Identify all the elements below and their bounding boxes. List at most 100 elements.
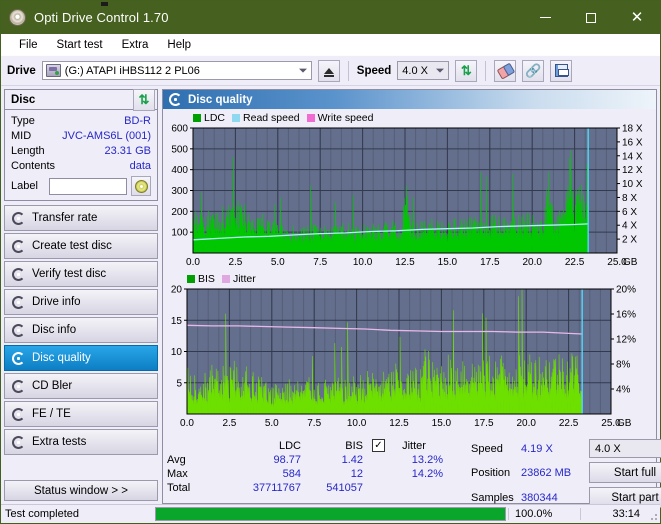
disc-icon xyxy=(12,323,25,337)
sidebar-item-label: Transfer rate xyxy=(32,212,98,224)
legend-item-ldc: LDC xyxy=(193,112,225,124)
legend-swatch xyxy=(193,113,201,122)
disc-quality-panel: Disc quality LDC Read speed Write speed … xyxy=(101,2,661,508)
disc-label-row: Label xyxy=(11,176,151,196)
sidebar-item-label: Verify test disc xyxy=(32,268,107,280)
svg-text:8 X: 8 X xyxy=(622,193,637,204)
menu-start-test[interactable]: Start test xyxy=(49,37,111,53)
jitter-checkbox[interactable]: ✓ xyxy=(372,439,385,452)
legend-label: Read speed xyxy=(243,111,300,124)
maximize-button[interactable] xyxy=(568,1,614,34)
sidebar-item-cd-bler[interactable]: CD Bler xyxy=(4,373,158,399)
stats-row-label-avg: Avg xyxy=(167,454,186,466)
minimize-button[interactable] xyxy=(522,1,568,34)
svg-text:15.0: 15.0 xyxy=(438,257,458,268)
test-speed-select[interactable]: 4.0 X xyxy=(589,439,661,458)
disc-length-value: 23.31 GB xyxy=(104,144,151,157)
disc-contents-value: data xyxy=(129,159,151,172)
menu-help[interactable]: Help xyxy=(159,37,199,53)
ldc-read-speed-chart: 100 200 300 400 500 600 2 X 4 X 6 X 8 X 10 X 12 X 14… xyxy=(165,124,654,272)
disc-refresh-button[interactable]: ⇅ xyxy=(133,88,155,111)
sidebar-item-extra-tests[interactable]: Extra tests xyxy=(4,429,158,455)
svg-text:0.0: 0.0 xyxy=(186,257,200,268)
chart2-svg: 5 10 15 20 4% 8% 12% 16% 20% 0.0 2.5 5.0 7.5 10.0 12.5… xyxy=(171,285,636,430)
link-button[interactable]: 🔗 xyxy=(522,59,545,82)
window-controls: ✕ xyxy=(522,1,660,34)
svg-text:GB: GB xyxy=(617,418,632,429)
start-full-button[interactable]: Start full xyxy=(589,462,661,483)
stats-avg-ldc: 98.77 xyxy=(273,454,301,466)
clear-button[interactable] xyxy=(494,59,517,82)
sidebar-item-disc-info[interactable]: Disc info xyxy=(4,317,158,343)
speed-label: Speed xyxy=(356,64,392,77)
sidebar-item-fe-te[interactable]: FE / TE xyxy=(4,401,158,427)
legend-label: Write speed xyxy=(317,111,374,124)
disc-detail-button[interactable] xyxy=(131,176,151,196)
toolbar-divider xyxy=(347,60,349,81)
cursor-marker xyxy=(101,2,108,6)
disc-icon xyxy=(9,9,26,26)
bis-jitter-chart: 5 10 15 20 4% 8% 12% 16% 20% 0.0 2.5 5.0 7.5 10.0 12.5… xyxy=(165,285,654,433)
page-title: Disc quality xyxy=(188,93,253,106)
eject-icon xyxy=(323,67,334,77)
svg-text:16%: 16% xyxy=(616,310,636,321)
close-button[interactable]: ✕ xyxy=(614,1,660,34)
refresh-icon: ⇅ xyxy=(138,92,150,107)
chart1-svg: 100 200 300 400 500 600 2 X 4 X 6 X 8 X 10 X 12 X 14… xyxy=(171,124,643,269)
legend-swatch xyxy=(306,113,315,122)
save-button[interactable] xyxy=(550,59,573,82)
svg-text:12 X: 12 X xyxy=(622,165,643,176)
resize-grip[interactable] xyxy=(646,505,660,523)
svg-text:12.5: 12.5 xyxy=(395,257,415,268)
chevron-down-icon xyxy=(298,68,307,73)
drive-select[interactable]: (G:) ATAPI iHBS112 2 PL06 xyxy=(41,61,312,80)
sidebar-item-verify-test-disc[interactable]: Verify test disc xyxy=(4,261,158,287)
sidebar-item-label: Disc info xyxy=(32,324,77,336)
svg-text:12%: 12% xyxy=(616,335,636,346)
sidebar-item-label: Drive info xyxy=(32,296,81,308)
sidebar-item-disc-quality[interactable]: Disc quality xyxy=(4,345,158,371)
svg-text:10: 10 xyxy=(171,347,183,358)
svg-text:20: 20 xyxy=(171,285,183,296)
svg-text:15.0: 15.0 xyxy=(432,418,452,429)
svg-text:10 X: 10 X xyxy=(622,179,643,190)
disc-mid-label: MID xyxy=(11,129,32,142)
sidebar-item-transfer-rate[interactable]: Transfer rate xyxy=(4,205,158,231)
svg-text:17.5: 17.5 xyxy=(480,257,500,268)
disc-info-row-mid: MID JVC-AMS6L (001) xyxy=(11,128,151,143)
test-controls: Speed 4.19 X Position 23862 MB Samples 3… xyxy=(471,439,661,508)
disc-type-value: BD-R xyxy=(124,114,151,127)
stats-max-ldc: 584 xyxy=(282,468,301,480)
disc-quality-icon xyxy=(169,93,182,106)
legend-swatch xyxy=(221,274,230,283)
stats-row-label-total: Total xyxy=(167,482,191,494)
result-position-label: Position xyxy=(471,467,511,480)
speed-select[interactable]: 4.0 X xyxy=(397,61,450,80)
disc-type-label: Type xyxy=(11,114,35,127)
eject-button[interactable] xyxy=(317,59,340,82)
svg-text:2 X: 2 X xyxy=(622,235,637,246)
disc-label-input[interactable] xyxy=(49,177,127,195)
svg-text:100: 100 xyxy=(171,228,188,239)
disc-info-row-length: Length 23.31 GB xyxy=(11,143,151,158)
toolbar-divider xyxy=(485,60,487,81)
menu-file[interactable]: File xyxy=(11,37,46,53)
sidebar-item-create-test-disc[interactable]: Create test disc xyxy=(4,233,158,259)
svg-text:20%: 20% xyxy=(616,285,636,296)
disc-panel-header: Disc ⇅ xyxy=(5,88,157,111)
sidebar-item-drive-info[interactable]: Drive info xyxy=(4,289,158,315)
disc-label-label: Label xyxy=(11,180,38,192)
svg-text:4%: 4% xyxy=(616,385,631,396)
status-window-button[interactable]: Status window > > xyxy=(4,480,158,501)
result-position-value: 23862 MB xyxy=(521,467,572,480)
stats-avg-bis: 1.42 xyxy=(341,454,363,466)
svg-text:10.0: 10.0 xyxy=(353,257,373,268)
menu-extra[interactable]: Extra xyxy=(114,37,157,53)
refresh-button[interactable]: ⇅ xyxy=(455,59,478,82)
svg-text:17.5: 17.5 xyxy=(474,418,494,429)
drive-icon xyxy=(45,64,61,77)
svg-text:20.0: 20.0 xyxy=(522,257,542,268)
save-icon xyxy=(554,64,569,77)
svg-text:14 X: 14 X xyxy=(622,151,643,162)
